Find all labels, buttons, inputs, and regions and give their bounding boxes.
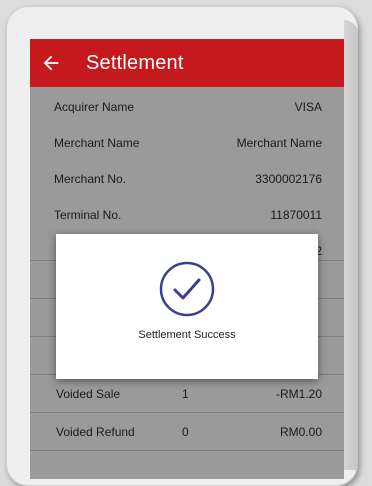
info-row-acquirer: Acquirer Name VISA [30, 89, 344, 125]
info-label: Acquirer Name [54, 100, 135, 114]
info-row-merchant-no: Merchant No. 3300002176 [30, 161, 344, 197]
table-row-voided-refund: Voided Refund 0 RM0.00 [30, 412, 344, 451]
check-circle-icon [159, 261, 215, 317]
row-amount: RM0.00 [279, 424, 322, 439]
info-row-merchant-name: Merchant Name Merchant Name [30, 125, 344, 161]
row-amount: -RM1.20 [275, 386, 322, 401]
device-frame: Settlement Acquirer Name VISA Merchant N… [6, 6, 358, 486]
info-value: Merchant Name [236, 136, 322, 150]
dialog-message: Settlement Success [138, 329, 236, 341]
row-name: Voided Refund [56, 424, 135, 439]
app-bar: Settlement [30, 39, 344, 87]
info-row-terminal-no: Terminal No. 11870011 [30, 197, 344, 233]
device-edge [344, 20, 358, 470]
info-label: Merchant Name [54, 136, 140, 150]
info-value: 3300002176 [255, 172, 322, 186]
info-label: Terminal No. [54, 208, 122, 222]
table-row-voided-sale: Voided Sale 1 -RM1.20 [30, 374, 344, 412]
row-count: 1 [182, 386, 189, 401]
back-arrow-icon[interactable] [40, 51, 64, 75]
app-screen: Settlement Acquirer Name VISA Merchant N… [30, 39, 344, 479]
info-value: VISA [294, 100, 322, 114]
row-name: Voided Sale [56, 386, 121, 401]
success-dialog[interactable]: Settlement Success [56, 234, 318, 379]
row-count: 0 [182, 424, 189, 439]
page-title: Settlement [86, 51, 184, 74]
info-label: Merchant No. [54, 172, 127, 186]
info-value: 11870011 [270, 208, 322, 222]
